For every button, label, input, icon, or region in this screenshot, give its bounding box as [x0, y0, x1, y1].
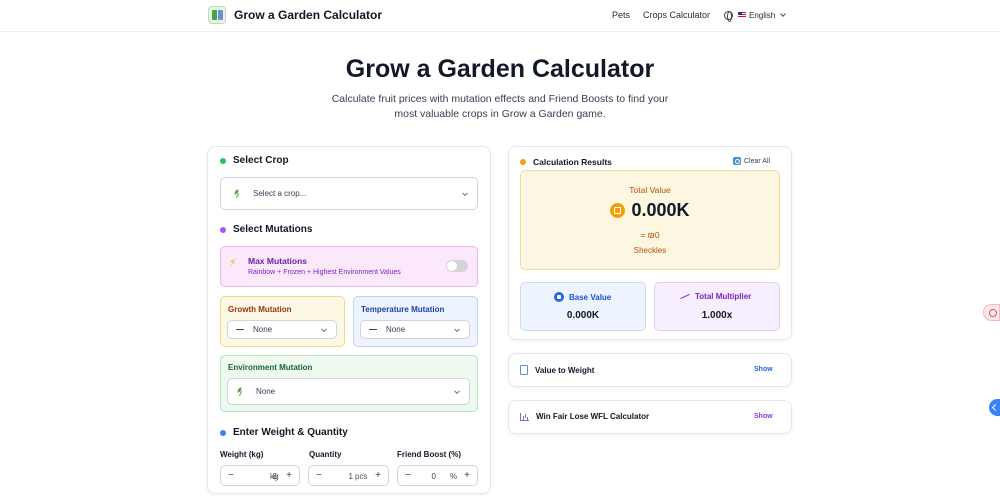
quantity-stepper[interactable]: − 1 pcs + — [308, 465, 389, 486]
plus-icon[interactable]: + — [286, 470, 292, 481]
temperature-mutation-select[interactable]: None — [360, 320, 470, 339]
max-mutations-panel — [220, 246, 478, 287]
base-value-icon — [554, 292, 564, 302]
total-multiplier-label-text: Total Multiplier — [695, 292, 752, 301]
language-label: English — [749, 10, 776, 20]
base-value-panel — [520, 282, 646, 331]
total-multiplier-panel — [654, 282, 780, 331]
translate-widget-icon[interactable] — [983, 304, 1000, 321]
total-value-label: Total Value — [629, 185, 671, 195]
chevron-left-icon[interactable] — [989, 399, 1000, 416]
language-selector[interactable]: English — [724, 9, 787, 22]
total-multiplier-label: Total Multiplier — [680, 292, 751, 301]
clear-all-button[interactable]: Clear All — [733, 157, 770, 165]
max-mutations-toggle[interactable] — [446, 260, 468, 272]
nav-crops-calculator-link[interactable]: Crops Calculator — [643, 10, 710, 20]
purple-dot-icon — [220, 226, 226, 233]
friend-boost-stepper[interactable]: − 0 % + — [397, 465, 478, 486]
weight-quantity-heading: Enter Weight & Quantity — [220, 427, 348, 438]
base-value-label: Base Value — [554, 292, 611, 302]
weight-quantity-heading-text: Enter Weight & Quantity — [233, 427, 348, 438]
environment-mutation-select[interactable]: None — [227, 378, 470, 405]
select-mutations-heading: Select Mutations — [220, 224, 312, 235]
plus-icon[interactable]: + — [375, 470, 381, 481]
chevron-down-icon — [462, 189, 468, 196]
blue-dot-icon — [220, 429, 226, 436]
growth-mutation-select[interactable]: None — [227, 320, 337, 339]
calculation-results-heading-text: Calculation Results — [533, 157, 612, 167]
nav-pets-link[interactable]: Pets — [612, 10, 630, 20]
wfl-calculator-title-text: Win Fair Lose WFL Calculator — [536, 412, 650, 421]
minus-icon[interactable]: − — [228, 470, 234, 481]
wfl-calculator-title: Win Fair Lose WFL Calculator — [520, 412, 649, 421]
globe-icon — [724, 10, 733, 22]
refresh-icon — [733, 157, 741, 165]
temperature-mutation-value: None — [386, 325, 406, 334]
minus-icon[interactable]: − — [405, 470, 411, 481]
sprout-icon — [233, 190, 243, 198]
wfl-calculator-show-button[interactable]: Show — [754, 413, 773, 420]
brand-name[interactable]: Grow a Garden Calculator — [234, 8, 382, 22]
friend-boost-label: Friend Boost (%) — [397, 450, 461, 459]
us-flag-icon — [738, 12, 746, 18]
coin-icon — [610, 203, 626, 218]
chevron-down-icon — [321, 325, 327, 332]
base-value-label-text: Base Value — [569, 292, 612, 302]
page-subtitle: Calculate fruit prices with mutation eff… — [331, 93, 669, 120]
document-icon — [520, 365, 528, 375]
total-multiplier-value: 1.000x — [701, 310, 733, 321]
trending-up-icon — [680, 293, 691, 300]
value-to-weight-title: Value to Weight — [520, 365, 594, 375]
select-mutations-heading-text: Select Mutations — [233, 224, 313, 235]
minus-icon[interactable]: − — [316, 470, 322, 481]
weight-label: Weight (kg) — [220, 450, 264, 459]
select-crop-heading: Select Crop — [220, 155, 289, 166]
total-value-equivalent: = ₪0 — [640, 230, 660, 240]
friend-boost-value[interactable]: 0 — [424, 472, 436, 481]
weight-stepper[interactable]: − 8 kg + — [220, 465, 300, 486]
dash-icon — [236, 329, 244, 330]
bar-chart-icon — [520, 412, 529, 421]
sprout-icon — [236, 388, 246, 396]
quantity-unit: pcs — [355, 472, 368, 481]
dash-icon — [369, 329, 377, 330]
environment-mutation-label: Environment Mutation — [228, 363, 313, 372]
garden-logo-icon[interactable] — [208, 6, 226, 24]
weight-unit: kg — [270, 472, 279, 481]
total-value: 0.000K — [631, 200, 690, 220]
environment-mutation-value: None — [256, 387, 276, 396]
friend-boost-unit: % — [450, 472, 458, 481]
growth-mutation-label: Growth Mutation — [228, 305, 292, 314]
orange-dot-icon — [520, 159, 526, 165]
page-title: Grow a Garden Calculator — [345, 55, 655, 83]
value-to-weight-show-button[interactable]: Show — [754, 366, 773, 373]
chevron-down-icon — [780, 10, 787, 17]
max-mutations-description: Rainbow + Frozen + Highest Environment V… — [248, 269, 401, 276]
base-value: 0.000K — [566, 310, 600, 321]
total-value-row: 0.000K — [520, 200, 780, 221]
chevron-down-icon — [454, 387, 460, 394]
value-to-weight-title-text: Value to Weight — [535, 365, 595, 375]
chevron-down-icon — [454, 325, 460, 332]
select-crop-heading-text: Select Crop — [233, 155, 289, 166]
clear-all-label: Clear All — [744, 157, 771, 165]
quantity-label: Quantity — [309, 450, 342, 459]
crop-select-placeholder: Select a crop... — [253, 189, 307, 198]
plus-icon[interactable]: + — [464, 470, 470, 481]
max-mutations-title: Max Mutations — [248, 256, 308, 266]
currency-label: Sheckles — [633, 246, 667, 255]
crop-select[interactable]: Select a crop... — [220, 177, 478, 210]
lightning-icon: ⚡ — [229, 257, 237, 269]
quantity-value[interactable]: 1 — [335, 472, 353, 481]
temperature-mutation-label: Temperature Mutation — [361, 305, 445, 314]
top-navbar: Grow a Garden Calculator Pets Crops Calc… — [0, 0, 1000, 32]
green-dot-icon — [220, 157, 226, 164]
growth-mutation-value: None — [253, 325, 273, 334]
calculation-results-heading: Calculation Results — [520, 157, 612, 167]
